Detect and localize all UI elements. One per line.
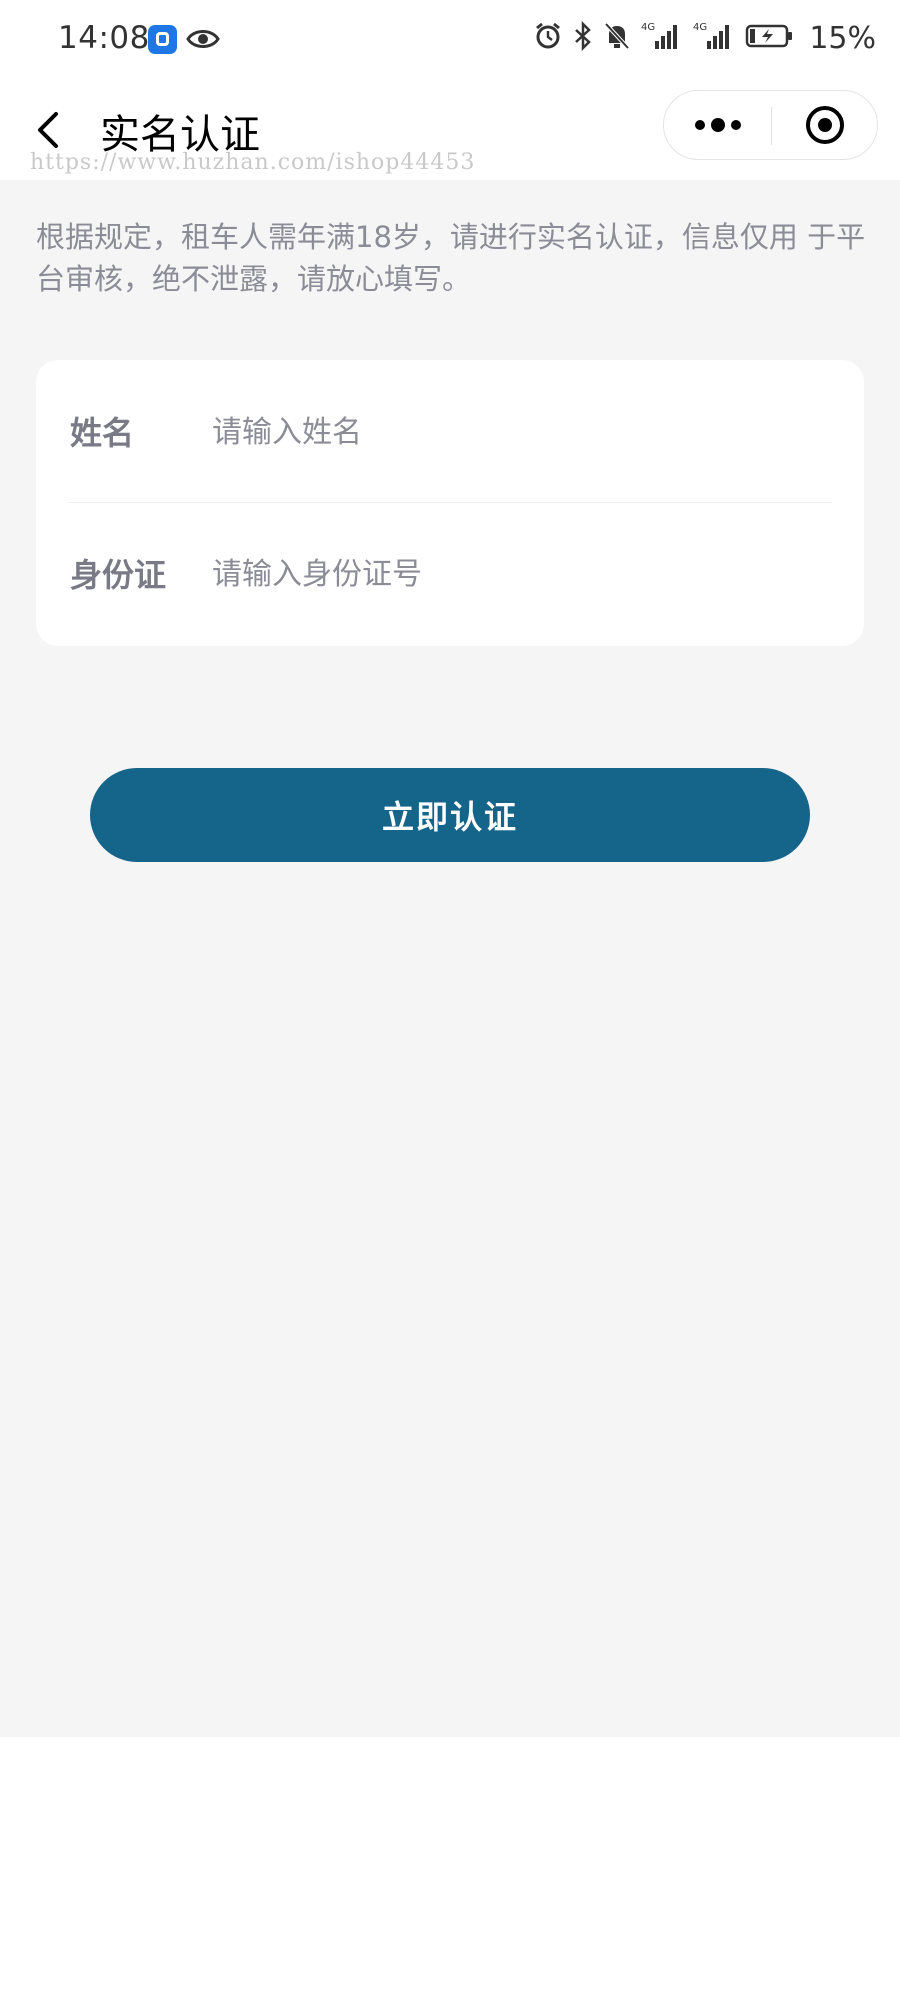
notice-text: 根据规定，租车人需年满18岁，请进行实名认证，信息仅用 于平台审核，绝不泄露，请… <box>36 220 866 296</box>
status-icons: 4G 4G 15% <box>533 18 876 58</box>
verify-now-button[interactable]: 立即认证 <box>90 768 810 862</box>
network-label-2: 4G <box>693 22 707 33</box>
status-bar: 14:08 4G 4G 15% <box>0 0 900 80</box>
nav-bar: 实名认证 https://www.huzhan.com/ishop44453 <box>0 80 900 180</box>
battery-charging-icon <box>745 21 795 55</box>
chevron-left-icon <box>38 112 58 148</box>
watermark-text: https://www.huzhan.com/ishop44453 <box>30 150 476 175</box>
status-time: 14:08 <box>58 20 150 56</box>
alarm-icon <box>533 21 563 55</box>
name-label: 姓名 <box>70 414 135 452</box>
more-button[interactable] <box>664 91 771 159</box>
id-card-input[interactable] <box>210 538 814 610</box>
mute-bell-icon <box>603 21 631 55</box>
id-card-row: 身份证 <box>68 502 832 644</box>
miniprogram-capsule <box>663 90 878 160</box>
target-circle-icon <box>806 106 844 144</box>
more-dots-icon <box>695 118 741 132</box>
eye-icon <box>186 24 220 58</box>
id-card-label: 身份证 <box>70 556 167 594</box>
shield-app-icon <box>148 25 177 54</box>
close-miniprogram-button[interactable] <box>772 91 878 159</box>
network-label-1: 4G <box>641 22 655 33</box>
page-content: 根据规定，租车人需年满18岁，请进行实名认证，信息仅用 于平台审核，绝不泄露，请… <box>0 180 900 1737</box>
form-card: 姓名 身份证 <box>36 360 864 646</box>
signal-icon: 4G <box>641 21 683 55</box>
battery-percent: 15% <box>809 20 876 56</box>
back-button[interactable] <box>30 106 70 154</box>
name-input[interactable] <box>210 396 814 468</box>
name-row: 姓名 <box>68 360 832 503</box>
signal-icon-2: 4G <box>693 21 735 55</box>
bluetooth-icon <box>573 20 593 55</box>
